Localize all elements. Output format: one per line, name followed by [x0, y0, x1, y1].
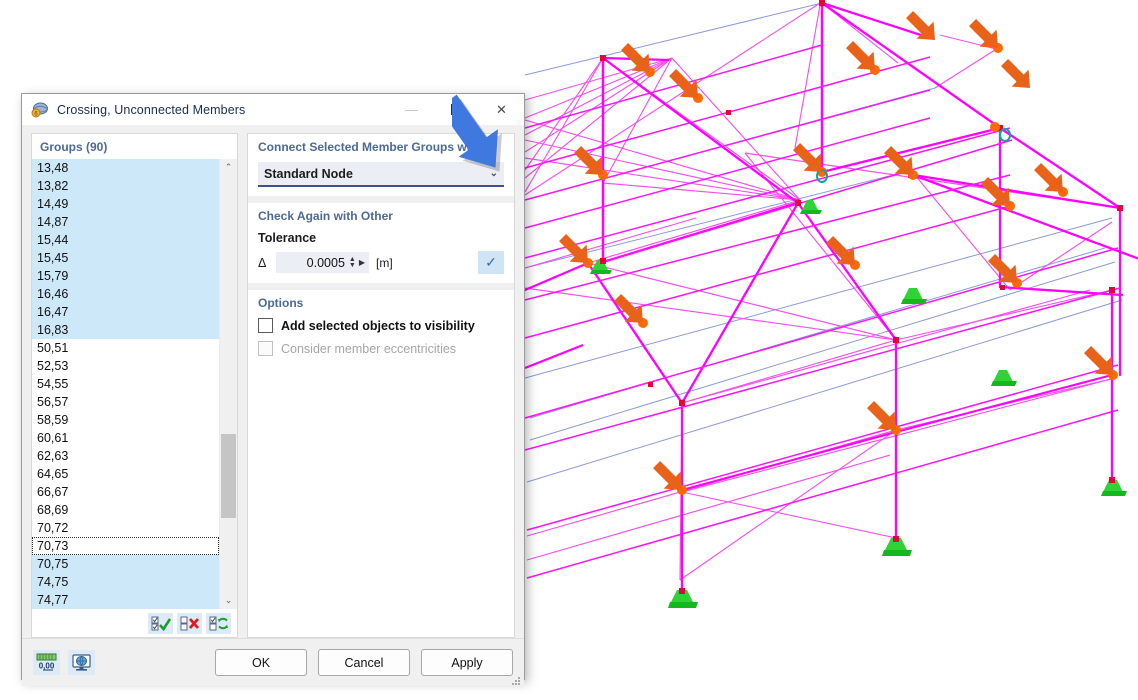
units-icon: 0,00 — [36, 653, 57, 672]
options-panel: Options Add selected objects to visibili… — [248, 290, 514, 637]
scrollbar-thumb[interactable] — [221, 434, 236, 518]
footer-tools: 0,00 — [33, 650, 95, 675]
dialog-footer: 0,00 OK Cancel Apply — [22, 638, 524, 686]
check-panel-title: Check Again with Other — [258, 209, 504, 223]
groups-panel: Groups (90) 13,4813,8214,4914,8715,4415,… — [31, 133, 238, 638]
groups-scrollbar[interactable]: ⌃ ⌄ — [219, 159, 237, 609]
panel-divider-1 — [248, 196, 514, 203]
model-sphere-icon: 6 — [31, 101, 49, 119]
resize-grip[interactable] — [511, 673, 521, 683]
option-add-visibility-label: Add selected objects to visibility — [281, 319, 475, 333]
invert-selection-button[interactable] — [206, 613, 231, 634]
connect-panel-title: Connect Selected Member Groups with — [258, 140, 504, 154]
settings-panels: Connect Selected Member Groups with Stan… — [247, 133, 515, 638]
list-item[interactable]: 15,45 — [32, 249, 219, 267]
list-item[interactable]: 70,72 — [32, 519, 219, 537]
dialog-title: Crossing, Unconnected Members — [57, 103, 389, 117]
list-item[interactable]: 50,51 — [32, 339, 219, 357]
minimize-button[interactable]: — — [389, 94, 434, 125]
options-panel-title: Options — [258, 296, 504, 310]
connect-type-value: Standard Node — [264, 167, 490, 181]
list-item[interactable]: 74,77 — [32, 591, 219, 609]
list-item[interactable]: 13,48 — [32, 159, 219, 177]
checkbox-add-visibility[interactable] — [258, 318, 273, 333]
apply-button[interactable]: Apply — [421, 649, 513, 676]
model-lower-frame — [525, 345, 1112, 592]
list-item[interactable]: 15,44 — [32, 231, 219, 249]
list-item[interactable]: 70,75 — [32, 555, 219, 573]
checkbox-cross-icon — [180, 616, 200, 631]
list-item[interactable]: 14,87 — [32, 213, 219, 231]
groups-header: Groups (90) — [32, 134, 237, 159]
tolerance-input[interactable]: 0.0005 ▲ ▼ ▶ — [276, 252, 369, 273]
app-root: 6 Crossing, Unconnected Members — ✕ Grou… — [0, 0, 1138, 700]
list-item[interactable]: 74,75 — [32, 573, 219, 591]
list-item[interactable]: 16,83 — [32, 321, 219, 339]
footer-buttons: OK Cancel Apply — [215, 649, 513, 676]
option-member-eccentricities-label: Consider member eccentricities — [281, 342, 456, 356]
groups-list-toolbar — [32, 609, 237, 637]
resize-grip-icon — [511, 676, 521, 686]
dialog-titlebar[interactable]: 6 Crossing, Unconnected Members — ✕ — [22, 94, 524, 125]
tolerance-unit: [m] — [376, 256, 393, 270]
list-item[interactable]: 62,63 — [32, 447, 219, 465]
scroll-down-arrow-icon[interactable]: ⌄ — [220, 592, 237, 609]
tolerance-label: Tolerance — [258, 231, 504, 245]
cancel-button[interactable]: Cancel — [318, 649, 410, 676]
checkbox-swap-icon — [209, 616, 229, 631]
units-decimal-places-button[interactable]: 0,00 — [33, 650, 60, 675]
option-add-visibility[interactable]: Add selected objects to visibility — [258, 318, 504, 333]
list-item[interactable]: 60,61 — [32, 429, 219, 447]
list-item[interactable]: 54,55 — [32, 375, 219, 393]
panel-divider-2 — [248, 283, 514, 290]
tolerance-row: Δ 0.0005 ▲ ▼ ▶ [m] ✓ — [258, 251, 504, 274]
list-item[interactable]: 15,79 — [32, 267, 219, 285]
list-item[interactable]: 13,82 — [32, 177, 219, 195]
list-item[interactable]: 66,67 — [32, 483, 219, 501]
list-item[interactable]: 56,57 — [32, 393, 219, 411]
maximize-icon — [451, 104, 462, 115]
option-member-eccentricities: Consider member eccentricities — [258, 341, 504, 356]
maximize-button[interactable] — [434, 94, 479, 125]
stepper-down-icon[interactable]: ▼ — [349, 263, 356, 269]
model-supports — [590, 200, 1127, 608]
model-load-arrows — [554, 6, 1121, 498]
groups-list-wrap: 13,4813,8214,4914,8715,4415,4515,7916,46… — [32, 159, 237, 609]
groups-list[interactable]: 13,4813,8214,4914,8715,4415,4515,7916,46… — [32, 159, 219, 609]
chevron-down-icon: ⌄ — [490, 168, 498, 179]
list-item[interactable]: 58,59 — [32, 411, 219, 429]
window-controls: — ✕ — [389, 94, 524, 125]
scroll-up-arrow-icon[interactable]: ⌃ — [220, 159, 237, 176]
tolerance-value: 0.0005 — [280, 256, 349, 270]
list-item[interactable]: 70,73 — [32, 537, 219, 555]
connect-type-dropdown[interactable]: Standard Node ⌄ — [258, 162, 504, 187]
tolerance-more-icon[interactable]: ▶ — [359, 258, 365, 267]
checkbox-check-icon — [151, 616, 171, 631]
recheck-button[interactable]: ✓ — [478, 251, 504, 274]
scrollbar-track[interactable] — [220, 176, 237, 592]
list-item[interactable]: 52,53 — [32, 357, 219, 375]
connect-panel: Connect Selected Member Groups with Stan… — [248, 134, 514, 196]
checkbox-member-eccentricities — [258, 341, 273, 356]
check-panel: Check Again with Other Tolerance Δ 0.000… — [248, 203, 514, 283]
dialog-body: Groups (90) 13,4813,8214,4914,8715,4415,… — [22, 125, 524, 638]
delta-symbol: Δ — [258, 256, 269, 270]
ok-button[interactable]: OK — [215, 649, 307, 676]
select-all-button[interactable] — [148, 613, 173, 634]
model-primary-members — [525, 3, 1138, 590]
display-properties-button[interactable] — [68, 650, 95, 675]
list-item[interactable]: 64,65 — [32, 465, 219, 483]
list-item[interactable]: 16,47 — [32, 303, 219, 321]
tolerance-stepper[interactable]: ▲ ▼ — [349, 257, 356, 269]
list-item[interactable]: 68,69 — [32, 501, 219, 519]
monitor-globe-icon — [71, 653, 92, 672]
list-item[interactable]: 16,46 — [32, 285, 219, 303]
svg-text:0,00: 0,00 — [39, 662, 55, 671]
list-item[interactable]: 14,49 — [32, 195, 219, 213]
deselect-all-button[interactable] — [177, 613, 202, 634]
close-button[interactable]: ✕ — [479, 94, 524, 125]
crossing-unconnected-members-dialog[interactable]: 6 Crossing, Unconnected Members — ✕ Grou… — [21, 93, 525, 680]
